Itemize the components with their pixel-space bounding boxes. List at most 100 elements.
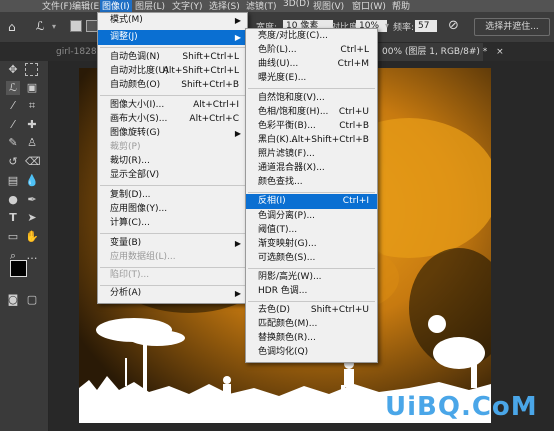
menu-item-variables[interactable]: 变量(B) ▶ <box>98 236 247 251</box>
menu-item-desaturate[interactable]: 去色(D) Shift+Ctrl+U <box>246 303 377 318</box>
hand-tool-icon[interactable]: ✋ <box>25 230 39 244</box>
menu-item-duplicate[interactable]: 复制(D)... <box>98 188 247 203</box>
menu-item-color-balance[interactable]: 色彩平衡(B)... Ctrl+B <box>246 119 377 134</box>
menu-item-levels[interactable]: 色阶(L)... Ctrl+L <box>246 43 377 58</box>
menu-filter[interactable]: 滤镜(T) <box>246 0 277 12</box>
clone-stamp-icon[interactable]: ♙ <box>25 136 39 150</box>
lasso-tool-icon[interactable]: ℒ <box>6 81 20 95</box>
more-tools-icon[interactable]: … <box>25 249 39 263</box>
menu-select[interactable]: 选择(S) <box>209 0 240 12</box>
menu-item-auto-tone[interactable]: 自动色调(N) Shift+Ctrl+L <box>98 50 247 65</box>
home-icon[interactable]: ⌂ <box>8 20 16 34</box>
menu-separator <box>100 95 245 96</box>
foreground-color-swatch[interactable] <box>10 260 27 277</box>
menu-item-label: 曝光度(E)... <box>258 73 307 83</box>
menu-item-curves[interactable]: 曲线(U)... Ctrl+M <box>246 57 377 72</box>
menu-item-label: 色阶(L)... <box>258 45 297 55</box>
menu-item-label: 应用图像(Y)... <box>110 204 168 214</box>
history-brush-icon[interactable]: ↺ <box>6 155 20 169</box>
pen-tool-icon[interactable]: ✒ <box>25 193 39 207</box>
menu-item-shadows-highlights[interactable]: 阴影/高光(W)... <box>246 270 377 285</box>
menu-item-label: 色相/饱和度(H)... <box>258 107 329 117</box>
menu-image[interactable]: 图像(I) <box>100 0 132 12</box>
type-tool-icon[interactable]: T <box>6 211 20 225</box>
menu-item-replace-color[interactable]: 替换颜色(R)... <box>246 331 377 346</box>
menu-item-selective-color[interactable]: 可选颜色(S)... <box>246 251 377 266</box>
menu-item-analysis[interactable]: 分析(A) ▶ <box>98 286 247 301</box>
menu-item-black-white[interactable]: 黑白(K)... Alt+Shift+Ctrl+B <box>246 133 377 148</box>
rectangle-tool-icon[interactable]: ▭ <box>6 230 20 244</box>
menu-item-reveal-all[interactable]: 显示全部(V) <box>98 168 247 183</box>
menu-3d[interactable]: 3D(D) <box>283 0 310 9</box>
menu-edit[interactable]: 编辑(E) <box>72 0 103 12</box>
menu-item-photo-filter[interactable]: 照片滤镜(F)... <box>246 147 377 162</box>
menu-help[interactable]: 帮助 <box>392 0 410 12</box>
menu-item-equalize[interactable]: 色调均化(Q) <box>246 345 377 360</box>
menu-item-label: 图像大小(I)... <box>110 100 165 110</box>
frequency-input[interactable]: 57 <box>415 20 437 32</box>
tab-doc-active[interactable]: 00% (图层 1, RGB/8#) * × <box>376 43 504 61</box>
quick-mask-icon[interactable]: ◙ <box>6 293 20 307</box>
menu-item-vibrance[interactable]: 自然饱和度(V)... <box>246 91 377 106</box>
menu-item-exposure[interactable]: 曝光度(E)... <box>246 71 377 86</box>
menu-item-hue-saturation[interactable]: 色相/饱和度(H)... Ctrl+U <box>246 105 377 120</box>
menu-view[interactable]: 视图(V) <box>313 0 344 12</box>
menu-item-label: 亮度/对比度(C)... <box>258 31 328 41</box>
menu-item-label: 色调均化(Q) <box>258 347 309 357</box>
menu-item-label: 调整(J) <box>110 32 138 42</box>
marquee-tool-icon[interactable] <box>25 63 38 76</box>
menu-item-channel-mixer[interactable]: 通道混合器(X)... <box>246 161 377 176</box>
dodge-tool-icon[interactable]: ● <box>6 193 20 207</box>
menu-item-crop: 裁剪(P) <box>98 140 247 155</box>
pressure-pen-icon[interactable]: ⊘ <box>448 18 459 33</box>
menu-item-adjustments[interactable]: 调整(J) ▶ <box>98 30 247 45</box>
menu-item-match-color[interactable]: 匹配颜色(M)... <box>246 317 377 332</box>
healing-brush-icon[interactable]: ✚ <box>25 118 39 132</box>
menu-item-gradient-map[interactable]: 渐变映射(G)... <box>246 237 377 252</box>
contrast-dropdown-icon[interactable]: ▾ <box>385 21 389 30</box>
menu-item-hdr-toning[interactable]: HDR 色调... <box>246 284 377 299</box>
brush-tool-icon[interactable]: ✎ <box>6 136 20 150</box>
menu-item-auto-color[interactable]: 自动颜色(O) Shift+Ctrl+B <box>98 78 247 93</box>
menu-layer[interactable]: 图层(L) <box>135 0 165 12</box>
menu-item-label: 显示全部(V) <box>110 170 160 180</box>
menu-item-calculations[interactable]: 计算(C)... <box>98 216 247 231</box>
path-select-icon[interactable]: ➤ <box>25 211 39 225</box>
select-and-mask-button[interactable]: 选择并遮住... <box>474 18 550 36</box>
screen-mode-icon[interactable]: ▢ <box>25 293 39 307</box>
menu-window[interactable]: 窗口(W) <box>352 0 386 12</box>
menu-item-canvas-size[interactable]: 画布大小(S)... Alt+Ctrl+C <box>98 112 247 127</box>
menu-item-label: 裁剪(P) <box>110 142 141 152</box>
menu-type[interactable]: 文字(Y) <box>172 0 203 12</box>
eyedropper-icon[interactable]: ⁄ <box>6 118 20 132</box>
menu-item-shortcut: Ctrl+M <box>337 59 369 69</box>
menu-item-trim[interactable]: 裁切(R)... <box>98 154 247 169</box>
menu-item-image-size[interactable]: 图像大小(I)... Alt+Ctrl+I <box>98 98 247 113</box>
adjustments-submenu: 亮度/对比度(C)... 色阶(L)... Ctrl+L 曲线(U)... Ctrl… <box>245 28 378 363</box>
submenu-arrow-icon: ▶ <box>234 239 241 248</box>
menu-item-label: 替换颜色(R)... <box>258 333 316 343</box>
magnetic-lasso-icon[interactable]: ℒ <box>36 19 45 33</box>
object-select-icon[interactable]: ▣ <box>25 81 39 95</box>
move-tool-icon[interactable]: ✥ <box>6 63 20 77</box>
new-selection-icon[interactable] <box>70 20 82 32</box>
menu-item-posterize[interactable]: 色调分离(P)... <box>246 209 377 224</box>
menu-item-label: 阈值(T)... <box>258 225 298 235</box>
menu-item-image-rotation[interactable]: 图像旋转(G) ▶ <box>98 126 247 141</box>
menu-item-invert[interactable]: 反相(I) Ctrl+I <box>246 194 377 209</box>
magic-wand-icon[interactable]: ⁄ <box>6 99 20 113</box>
menu-item-auto-contrast[interactable]: 自动对比度(U) Alt+Shift+Ctrl+L <box>98 64 247 79</box>
gradient-tool-icon[interactable]: ▤ <box>6 174 20 188</box>
menu-file[interactable]: 文件(F) <box>42 0 72 12</box>
close-tab-icon[interactable]: × <box>496 47 504 57</box>
menu-item-mode[interactable]: 模式(M) ▶ <box>98 13 247 28</box>
eraser-icon[interactable]: ⌫ <box>25 155 41 169</box>
crop-tool-icon[interactable]: ⌗ <box>25 99 39 113</box>
menu-item-color-lookup[interactable]: 颜色查找... <box>246 175 377 190</box>
menu-item-apply-image[interactable]: 应用图像(Y)... <box>98 202 247 217</box>
menu-item-brightness-contrast[interactable]: 亮度/对比度(C)... <box>246 29 377 44</box>
chevron-down-icon[interactable]: ▾ <box>52 22 56 31</box>
blur-tool-icon[interactable]: 💧 <box>25 174 39 188</box>
menu-item-label: 自动色调(N) <box>110 52 160 62</box>
menu-item-threshold[interactable]: 阈值(T)... <box>246 223 377 238</box>
